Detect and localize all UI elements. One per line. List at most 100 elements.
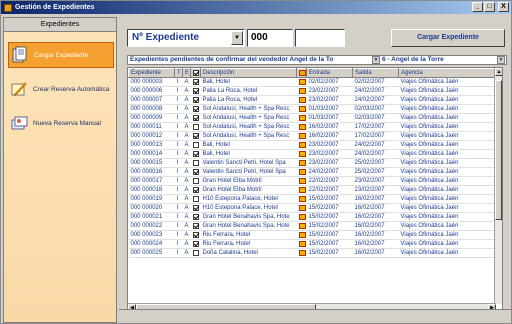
checkbox[interactable]	[192, 222, 199, 229]
checkbox[interactable]	[192, 204, 199, 211]
cell-checkbox[interactable]	[190, 122, 201, 132]
checkbox[interactable]	[192, 240, 199, 247]
cell-checkbox[interactable]	[190, 194, 201, 204]
scroll-thumb[interactable]	[495, 80, 502, 220]
chevron-down-icon[interactable]: ▼	[372, 56, 380, 64]
table-row[interactable]: 000 000019 I A H10 Estepona Palace, Hotel 15…	[128, 194, 497, 204]
sidebar-item-cargar-expediente[interactable]: Cargar Expediente	[8, 42, 114, 68]
cell-checkbox[interactable]	[190, 86, 201, 96]
column-header[interactable]: T	[174, 68, 183, 78]
table-row[interactable]: 000 000007 I A Palia La Roca, Hotel 23/02/20…	[128, 95, 497, 105]
cell-checkbox[interactable]	[190, 104, 201, 114]
checkbox[interactable]	[192, 186, 199, 193]
cell-checkbox[interactable]	[190, 203, 201, 213]
table-row[interactable]: 000 000014 I A Bali, Hotel 23/02/2007 24/02/2…	[128, 149, 497, 159]
column-header[interactable]: Expediente	[128, 68, 175, 78]
close-button[interactable]: X	[498, 2, 509, 12]
table-row[interactable]: 000 000017 I A Gran Hotel Elba Motril 22/02/…	[128, 176, 497, 186]
cell-expediente: 000 000019	[128, 194, 175, 204]
sidebar-item-crear-reserva[interactable]: Crear Reserva Automática	[8, 76, 114, 102]
checkbox[interactable]	[192, 249, 199, 256]
scroll-up-icon[interactable]: ▲	[495, 68, 502, 76]
table-row[interactable]: 000 000011 I A Sol Andalusí, Health + Spa R…	[128, 122, 497, 132]
expediente-number-input[interactable]: 000	[247, 29, 293, 47]
cell-checkbox[interactable]	[190, 167, 201, 177]
checkbox[interactable]	[192, 114, 199, 121]
cell-checkbox[interactable]	[190, 149, 201, 159]
cell-checkbox[interactable]	[190, 221, 201, 231]
cell-checkbox[interactable]	[190, 158, 201, 168]
table-row[interactable]: 000 000025 I A Doña Catalina, Hotel 15/02/20…	[128, 248, 497, 258]
sidebar-item-nueva-reserva[interactable]: Nueva Reserva Manual	[8, 110, 114, 136]
table-row[interactable]: 000 000008 I A Sol Andalusí, Health + Spa R…	[128, 104, 497, 114]
table-row[interactable]: 000 000006 I A Palia La Roca, Hotel 23/02/20…	[128, 86, 497, 96]
load-expediente-button[interactable]: Cargar Expediente	[391, 29, 505, 47]
filter-bar[interactable]: Expedientes pendientes de confirmar del …	[127, 55, 507, 65]
maximize-button[interactable]: □	[484, 2, 495, 12]
cell-checkbox[interactable]	[190, 230, 201, 240]
table-row[interactable]: 000 000023 I A Riu Ferrara, Hotel 15/02/2007…	[128, 230, 497, 240]
table-row[interactable]: 000 000016 I A Valentin Sancti Petri, Hotel…	[128, 167, 497, 177]
checkbox[interactable]	[192, 150, 199, 157]
cell-checkbox[interactable]	[190, 248, 201, 258]
cell-checkbox[interactable]	[190, 113, 201, 123]
checkbox[interactable]	[192, 231, 199, 238]
table-row[interactable]: 000 000022 I A Gran Hotel Benahavis Spa, Ho…	[128, 221, 497, 231]
checkbox[interactable]	[192, 141, 199, 148]
table-row[interactable]: 000 000024 I A Riu Ferrara, Hotel 15/02/2007…	[128, 239, 497, 249]
cell-expediente: 000 000015	[128, 158, 175, 168]
flag-icon	[298, 240, 306, 247]
expediente-type-select[interactable]: Nº Expediente ▼	[127, 29, 245, 47]
chevron-down-icon[interactable]: ▼	[497, 56, 505, 64]
checkbox[interactable]	[192, 105, 199, 112]
cell-checkbox[interactable]	[190, 140, 201, 150]
cell-expediente: 000 000013	[128, 140, 175, 150]
checkbox[interactable]	[192, 78, 199, 85]
column-header[interactable]: Salida	[352, 68, 399, 78]
checkbox[interactable]	[192, 213, 199, 220]
table-row[interactable]: 000 000021 I A Gran Hotel Benahavis Spa, Ho…	[128, 212, 497, 222]
expedientes-table: Expediente T E Descripción Entrada Salid…	[127, 67, 503, 313]
cell-checkbox[interactable]	[190, 95, 201, 105]
column-header[interactable]: Agencia	[398, 68, 497, 78]
checkbox[interactable]	[192, 96, 199, 103]
checkbox[interactable]	[192, 132, 199, 139]
table-row[interactable]: 000 000018 I A Gran Hotel Elba Motril 22/02/…	[128, 185, 497, 195]
vendor-select-value[interactable]: 6 - Angel de la Torre	[382, 56, 444, 64]
column-header[interactable]	[190, 68, 201, 78]
checkbox[interactable]	[192, 168, 199, 175]
cell-agencia: Viajes Ofimática Jaén	[398, 104, 497, 114]
column-header[interactable]	[296, 68, 307, 78]
table-row[interactable]: 000 000013 I A Bali, Hotel 23/02/2007 24/02/2…	[128, 140, 497, 150]
checkbox[interactable]	[192, 123, 199, 130]
checkbox[interactable]	[192, 159, 199, 166]
cell-agencia: Viajes Ofimática Jaén	[398, 176, 497, 186]
cell-checkbox[interactable]	[190, 185, 201, 195]
column-header[interactable]: Descripción	[200, 68, 297, 78]
cell-description: Palia La Roca, Hotel	[200, 95, 297, 105]
table-row[interactable]: 000 000003 I A Bali, Hotel 02/02/2007 02/02/2…	[128, 77, 497, 87]
chevron-down-icon[interactable]: ▼	[231, 31, 243, 45]
column-header[interactable]: Entrada	[306, 68, 353, 78]
cell-checkbox[interactable]	[190, 212, 201, 222]
cell-expediente: 000 000022	[128, 221, 175, 231]
flag-icon	[298, 87, 306, 94]
checkbox[interactable]	[192, 177, 199, 184]
cell-checkbox[interactable]	[190, 239, 201, 249]
cell-checkbox[interactable]	[190, 77, 201, 87]
cell-checkbox[interactable]	[190, 131, 201, 141]
table-row[interactable]: 000 000012 I A Sol Andalusí, Health + Spa R…	[128, 131, 497, 141]
minimize-button[interactable]: _	[472, 2, 483, 12]
checkbox[interactable]	[192, 195, 199, 202]
cell-expediente: 000 000014	[128, 149, 175, 159]
table-row[interactable]: 000 000009 I A Sol Andalusí, Health + Spa R…	[128, 113, 497, 123]
checkbox[interactable]	[192, 87, 199, 94]
cell-checkbox[interactable]	[190, 176, 201, 186]
table-row[interactable]: 000 000020 I A H10 Estepona Palace, Hotel 15…	[128, 203, 497, 213]
expediente-number-input-2[interactable]	[295, 29, 345, 47]
table-row[interactable]: 000 000015 I A Valentin Sancti Petri, Hotel…	[128, 158, 497, 168]
cell-type: I	[174, 248, 183, 258]
cell-description: Gran Hotel Benahavis Spa, Hote	[200, 221, 297, 231]
column-header[interactable]: E	[182, 68, 191, 78]
vertical-scrollbar[interactable]: ▲	[494, 68, 502, 304]
